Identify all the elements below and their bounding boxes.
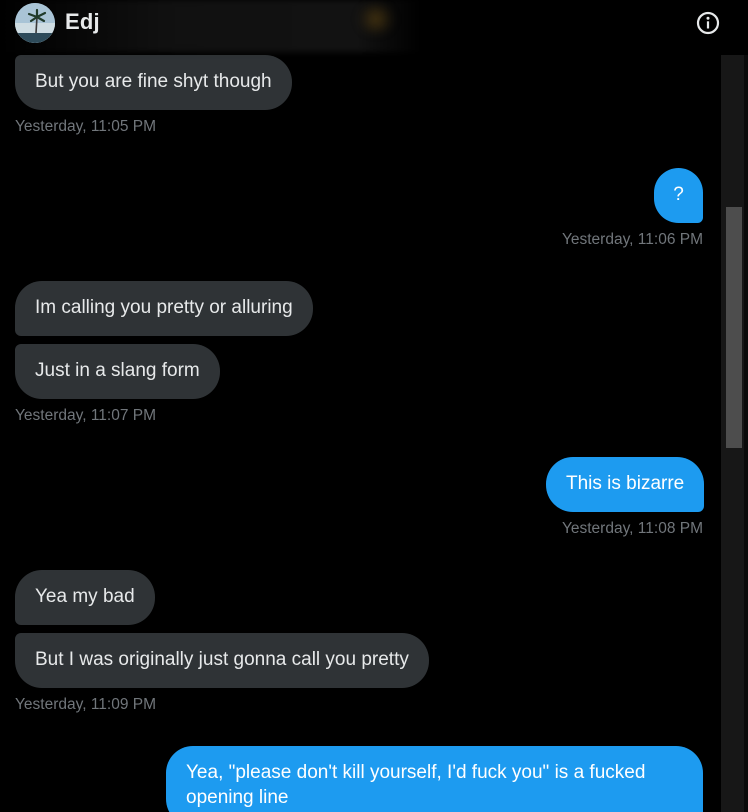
info-icon[interactable] — [695, 10, 721, 36]
contact-name[interactable]: Edj — [65, 9, 100, 35]
message-timestamp: Yesterday, 11:05 PM — [15, 118, 157, 135]
header-blur-spot — [355, 4, 397, 34]
message-incoming[interactable]: Yea my bad — [15, 570, 155, 625]
message-incoming[interactable]: Just in a slang form — [15, 344, 220, 399]
dm-conversation-window: Edj But you are fine shyt though Yesterd… — [0, 0, 748, 812]
message-outgoing[interactable]: Yea, "please don't kill yourself, I'd fu… — [166, 746, 703, 812]
message-timestamp: Yesterday, 11:09 PM — [15, 696, 157, 713]
avatar[interactable] — [15, 3, 55, 43]
message-outgoing[interactable]: This is bizarre — [546, 457, 705, 512]
message-outgoing[interactable]: ? — [654, 168, 703, 223]
message-incoming[interactable]: But I was originally just gonna call you… — [15, 633, 429, 688]
message-timestamp: Yesterday, 11:07 PM — [15, 407, 157, 424]
message-timestamp: Yesterday, 11:06 PM — [561, 231, 703, 248]
message-incoming[interactable]: But you are fine shyt though — [15, 55, 292, 110]
conversation-header: Edj — [0, 0, 748, 52]
scrollbar-thumb[interactable] — [726, 207, 742, 448]
message-incoming[interactable]: Im calling you pretty or alluring — [15, 281, 313, 336]
message-timestamp: Yesterday, 11:08 PM — [561, 520, 703, 537]
avatar-image — [15, 3, 55, 43]
scrollbar-gutter — [744, 55, 748, 812]
